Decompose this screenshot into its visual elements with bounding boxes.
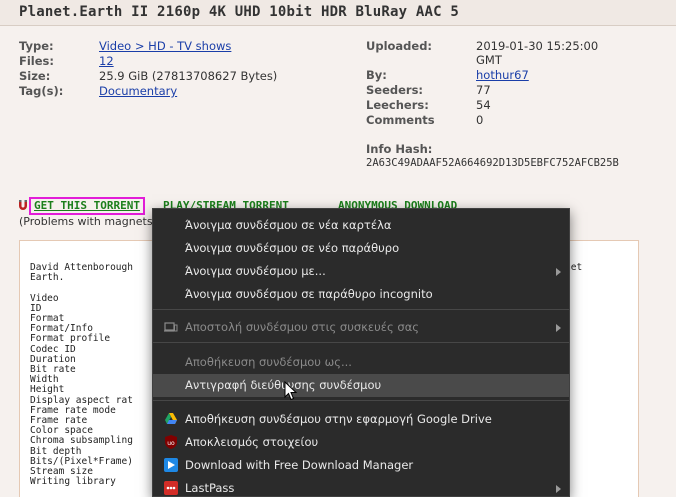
menu-open-new-tab[interactable]: Άνοιγμα συνδέσμου σε νέα καρτέλα bbox=[153, 214, 569, 237]
menu-save-link-as: Αποθήκευση συνδέσμου ως... bbox=[185, 355, 352, 369]
info-files-row: Files: bbox=[19, 54, 54, 68]
get-torrent-link[interactable]: GET THIS TORRENT bbox=[29, 197, 145, 215]
uploaded-key: Uploaded: bbox=[366, 39, 433, 53]
submenu-arrow-icon bbox=[556, 324, 561, 332]
ublock-icon: uo bbox=[165, 435, 177, 449]
submenu-arrow-icon bbox=[556, 268, 561, 276]
menu-free-download-manager[interactable]: Download with Free Download Manager bbox=[153, 454, 569, 477]
info-type-value[interactable]: Video > HD - TV shows bbox=[99, 39, 231, 53]
uploader-link[interactable]: hothur67 bbox=[476, 68, 529, 82]
menu-send-to-devices: Αποστολή συνδέσμου στις συσκευές σας bbox=[153, 316, 569, 339]
menu-copy-link-address[interactable]: Αντιγραφή διεύθυνσης συνδέσμου bbox=[153, 374, 569, 397]
info-tags-row: Tag(s): bbox=[19, 84, 64, 98]
seeders-key: Seeders: bbox=[366, 83, 424, 97]
menu-save-to-google-drive[interactable]: Αποθήκευση συνδέσμου στην εφαρμογή Googl… bbox=[153, 408, 569, 431]
lastpass-icon bbox=[164, 481, 178, 495]
uploaded-tz: GMT bbox=[476, 53, 502, 67]
info-type-key: Type: bbox=[19, 39, 54, 53]
comments-value: 0 bbox=[476, 113, 484, 127]
info-files-value[interactable]: 12 bbox=[99, 54, 114, 68]
mouse-cursor-icon bbox=[284, 381, 298, 401]
menu-open-new-window[interactable]: Άνοιγμα συνδέσμου σε νέο παράθυρο bbox=[153, 237, 569, 260]
leechers-value: 54 bbox=[476, 98, 491, 112]
page-title: Planet.Earth II 2160p 4K UHD 10bit HDR B… bbox=[19, 4, 460, 20]
info-type-row: Type: bbox=[19, 39, 54, 53]
menu-separator bbox=[153, 342, 569, 343]
context-menu: Άνοιγμα συνδέσμου σε νέα καρτέλα Άνοιγμα… bbox=[152, 208, 570, 497]
title-bar: Planet.Earth II 2160p 4K UHD 10bit HDR B… bbox=[0, 0, 676, 26]
menu-separator bbox=[153, 400, 569, 401]
info-size-value: 25.9 GiB (27813708627 Bytes) bbox=[99, 69, 278, 83]
menu-open-with[interactable]: Άνοιγμα συνδέσμου με... bbox=[153, 260, 569, 283]
menu-separator bbox=[153, 309, 569, 310]
google-drive-icon bbox=[165, 413, 177, 424]
hash-key: Info Hash: bbox=[366, 142, 433, 156]
devices-icon bbox=[164, 322, 178, 332]
submenu-arrow-icon bbox=[556, 485, 561, 493]
magnet-problems-text: (Problems with magnets bbox=[19, 215, 153, 228]
comments-key: Comments bbox=[366, 113, 435, 127]
fdm-icon bbox=[164, 458, 178, 472]
hash-value: 2A63C49ADAAF52A664692D13D5EBFC752AFCB25B bbox=[366, 157, 619, 169]
menu-open-incognito[interactable]: Άνοιγμα συνδέσμου σε παράθυρο incognito bbox=[153, 283, 569, 306]
description-text: David Attenborough Earth. Video ID Forma… bbox=[30, 262, 133, 488]
by-key: By: bbox=[366, 68, 387, 82]
uploaded-value: 2019-01-30 15:25:00 bbox=[476, 39, 599, 53]
seeders-value: 77 bbox=[476, 83, 491, 97]
menu-lastpass[interactable]: LastPass bbox=[153, 477, 569, 497]
leechers-key: Leechers: bbox=[366, 98, 429, 112]
menu-block-element[interactable]: uo Αποκλεισμός στοιχείου bbox=[153, 431, 569, 454]
info-size-row: Size: bbox=[19, 69, 51, 83]
svg-text:uo: uo bbox=[167, 440, 175, 447]
magnet-icon bbox=[19, 200, 27, 210]
info-tags-value[interactable]: Documentary bbox=[99, 84, 177, 98]
